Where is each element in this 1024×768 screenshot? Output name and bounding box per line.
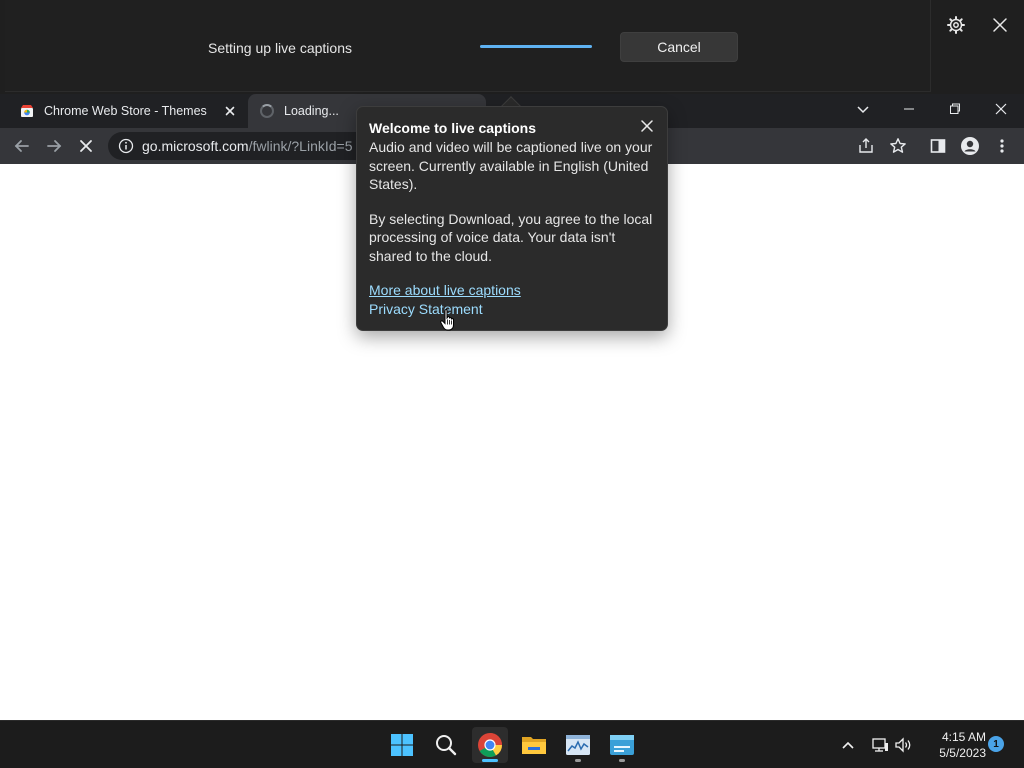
file-explorer-button[interactable] [516,727,552,763]
close-tab-icon[interactable] [222,103,238,119]
back-arrow-icon[interactable] [10,134,34,158]
search-button[interactable] [428,727,464,763]
live-captions-window: Setting up live captions Cancel [0,0,1024,94]
search-icon [436,735,457,756]
popup-body-1: Audio and video will be captioned live o… [369,139,653,192]
clock-time: 4:15 AM [941,730,986,744]
volume-icon[interactable] [894,735,914,755]
loading-spinner-icon [260,104,274,118]
live-captions-welcome-popup: Welcome to live captions Audio and video… [356,106,668,331]
running-indicator [619,759,625,762]
taskbar-chrome-button[interactable] [472,727,508,763]
profile-avatar-icon[interactable] [958,134,982,158]
settings-gear-icon[interactable] [944,13,968,37]
url-path: /fwlink/?LinkId=5 [248,138,353,154]
side-panel-icon[interactable] [926,134,950,158]
stop-loading-icon[interactable] [74,134,98,158]
cancel-button[interactable]: Cancel [620,32,738,62]
close-live-captions-icon[interactable] [988,13,1012,37]
site-info-icon[interactable] [118,138,134,154]
network-icon[interactable] [870,735,890,755]
file-explorer-icon [522,737,546,754]
bookmark-star-icon[interactable] [886,134,910,158]
start-button[interactable] [384,727,420,763]
tab-search-chevron-down-icon[interactable] [840,94,886,124]
task-manager-icon [566,735,590,755]
active-indicator [482,759,498,762]
live-captions-icon [610,735,634,755]
tab-title: Chrome Web Store - Themes [44,104,207,118]
task-manager-button[interactable] [560,727,596,763]
forward-arrow-icon[interactable] [42,134,66,158]
close-popup-icon[interactable] [639,118,655,134]
share-icon[interactable] [854,134,878,158]
url-host: go.microsoft.com [142,138,249,154]
close-window-icon[interactable] [978,94,1024,124]
live-captions-pane: Setting up live captions Cancel [5,0,931,92]
privacy-statement-link[interactable]: Privacy Statement [369,300,655,319]
show-hidden-icons-chevron-up-icon[interactable] [838,735,858,755]
running-indicator [575,759,581,762]
chrome-web-store-icon [20,104,34,118]
live-captions-status: Setting up live captions [208,40,352,56]
tab-chrome-web-store[interactable]: Chrome Web Store - Themes [10,94,244,128]
more-about-live-captions-link[interactable]: More about live captions [369,281,655,300]
clock-date: 5/5/2023 [939,746,986,760]
hand-cursor-icon [439,308,457,332]
start-icon [391,734,413,756]
restore-icon[interactable] [932,94,978,124]
chrome-icon [478,733,502,758]
address-bar[interactable]: go.microsoft.com/fwlink/?LinkId=5 [108,132,358,160]
notification-badge[interactable]: 1 [988,736,1004,752]
live-captions-progress-bar [480,45,592,48]
minimize-icon[interactable] [886,94,932,124]
popup-title: Welcome to live captions [369,120,537,136]
taskbar-clock[interactable]: 4:15 AM 5/5/2023 [918,729,986,761]
live-captions-button[interactable] [604,727,640,763]
popup-body-2: By selecting Download, you agree to the … [369,210,653,264]
more-menu-icon[interactable] [990,134,1014,158]
taskbar: 4:15 AM 5/5/2023 [0,720,1024,768]
